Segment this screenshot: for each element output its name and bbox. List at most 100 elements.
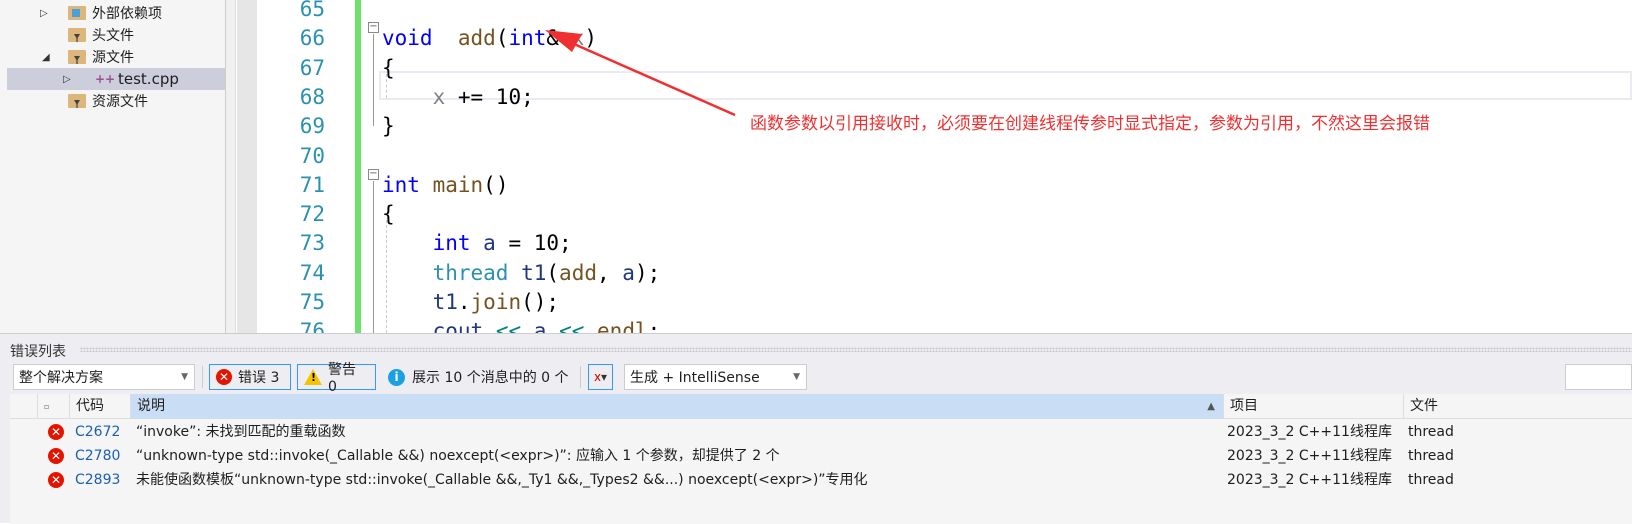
filter-folder-icon: [68, 94, 86, 108]
cpp-file-icon: ++: [95, 72, 116, 86]
column-header-file[interactable]: 文件: [1403, 394, 1632, 419]
code-token: endl: [597, 319, 648, 333]
error-row[interactable]: ✕ C2893 未能使函数模板“unknown-type std::invoke…: [10, 469, 1632, 492]
tree-item-label: 外部依赖项: [92, 6, 162, 22]
indicator-margin: [237, 0, 257, 333]
code-token: );: [634, 260, 661, 285]
scope-value: 整个解决方案: [19, 370, 103, 386]
error-code-link[interactable]: C2893: [75, 469, 120, 492]
code-token: a: [622, 260, 635, 285]
tree-item-label: 源文件: [92, 50, 134, 66]
tree-item-header-files[interactable]: 头文件: [0, 24, 225, 46]
column-header-code[interactable]: 代码: [69, 394, 130, 419]
tree-item-test-cpp[interactable]: ▷ ++ test.cpp: [7, 68, 225, 90]
code-token: }: [382, 114, 395, 139]
line-numbers: 65 66 67 68 69 70 71 72 73 74 75 76: [257, 0, 355, 343]
messages-label: 展示 10 个消息中的 0 个: [412, 370, 569, 386]
code-token: int: [432, 231, 471, 256]
column-header-project[interactable]: 项目: [1223, 394, 1403, 419]
code-token: &: [546, 26, 572, 51]
search-input[interactable]: [1565, 364, 1632, 390]
error-icon: ✕: [48, 472, 64, 488]
column-header-suppression[interactable]: ▫: [37, 394, 59, 419]
fold-line: [373, 34, 374, 126]
scope-dropdown[interactable]: 整个解决方案 ▼: [13, 364, 195, 390]
sort-ascending-icon: ▲: [1207, 401, 1215, 412]
code-token: (: [495, 26, 509, 51]
error-file: thread: [1408, 448, 1454, 464]
code-token: thread: [432, 260, 509, 285]
panel-title: 错误列表: [10, 344, 66, 360]
error-row[interactable]: ✕ C2672 “invoke”: 未找到匹配的重载函数 2023_3_2 C+…: [10, 421, 1632, 444]
line-number: 75: [299, 290, 325, 314]
code-token: <<: [495, 319, 522, 333]
column-header-description[interactable]: 说明 ▲: [130, 394, 1223, 419]
code-token: (): [483, 172, 509, 197]
messages-filter-button[interactable]: i 展示 10 个消息中的 0 个: [388, 364, 569, 390]
chevron-down-icon: ▼: [793, 372, 800, 382]
error-description: “unknown-type std::invoke(_Callable &&) …: [136, 448, 780, 464]
code-editor[interactable]: − − void add(int& x){ x += 10;} int main(…: [361, 0, 1632, 333]
warnings-filter-button[interactable]: 警告 0: [297, 362, 376, 395]
divider: [202, 366, 203, 388]
expand-arrow-icon[interactable]: ▷: [63, 74, 71, 85]
table-header: ▫ 代码 说明 ▲ 项目 文件: [10, 394, 1632, 419]
source-value: 生成 + IntelliSense: [630, 370, 760, 386]
collapse-arrow-icon[interactable]: ◢: [42, 52, 50, 63]
line-number: 73: [299, 231, 325, 256]
tree-item-external-deps[interactable]: ▷ 外部依赖项: [0, 2, 225, 24]
tree-item-source-files[interactable]: ◢ 源文件: [0, 46, 225, 68]
code-token: add: [457, 26, 496, 51]
tree-item-label: 头文件: [92, 28, 134, 44]
error-project: 2023_3_2 C++11线程库: [1227, 448, 1392, 464]
code-line: {: [382, 56, 395, 80]
code-token: x: [432, 84, 446, 109]
collapse-icon[interactable]: −: [368, 169, 379, 180]
line-number: 68: [299, 84, 325, 109]
code-line: int main(): [382, 173, 508, 197]
line-number: 65: [299, 0, 325, 21]
code-token: {: [382, 202, 395, 227]
column-header-label: 说明: [137, 398, 165, 414]
line-number: 74: [299, 260, 325, 285]
errors-filter-button[interactable]: ✕ 错误 3: [209, 364, 291, 390]
code-token: {: [382, 55, 395, 80]
error-code-link[interactable]: C2780: [75, 445, 120, 468]
code-token: ,: [596, 260, 623, 285]
code-token: int: [508, 26, 547, 51]
splitter[interactable]: [226, 0, 236, 333]
error-table: ▫ 代码 说明 ▲ 项目 文件 ✕ C2672 “invoke”: 未找到匹配的…: [10, 394, 1632, 524]
code-line: void add(int& x): [382, 26, 597, 50]
info-icon: i: [388, 368, 405, 386]
line-number: 69: [299, 114, 325, 139]
code-token: t1: [521, 260, 547, 285]
code-token: join: [470, 290, 522, 314]
line-number: 72: [299, 202, 325, 227]
code-line: }: [382, 114, 395, 138]
code-token: ;: [647, 319, 661, 333]
error-row[interactable]: ✕ C2780 “unknown-type std::invoke(_Calla…: [10, 445, 1632, 468]
code-token: void: [382, 26, 433, 51]
divider: [580, 366, 581, 388]
solution-explorer: ▷ 外部依赖项 头文件 ◢ 源文件 ▷ ++ test.cpp 资源文件: [0, 0, 226, 333]
error-icon: ✕: [216, 369, 232, 385]
source-dropdown[interactable]: 生成 + IntelliSense ▼: [624, 364, 807, 390]
column-header-blank[interactable]: [10, 394, 37, 419]
collapse-icon[interactable]: −: [368, 22, 379, 33]
error-icon: ✕: [48, 424, 64, 440]
expand-arrow-icon[interactable]: ▷: [40, 8, 48, 19]
filter-folder-icon: [68, 28, 86, 42]
code-line: thread t1(add, a);: [382, 260, 661, 285]
panel-drag-grip[interactable]: [80, 347, 1632, 352]
error-code-link[interactable]: C2672: [75, 421, 120, 444]
tree-item-resource-files[interactable]: 资源文件: [0, 90, 225, 112]
code-token: t1: [432, 290, 458, 314]
clear-filter-button[interactable]: x▾: [588, 364, 613, 390]
